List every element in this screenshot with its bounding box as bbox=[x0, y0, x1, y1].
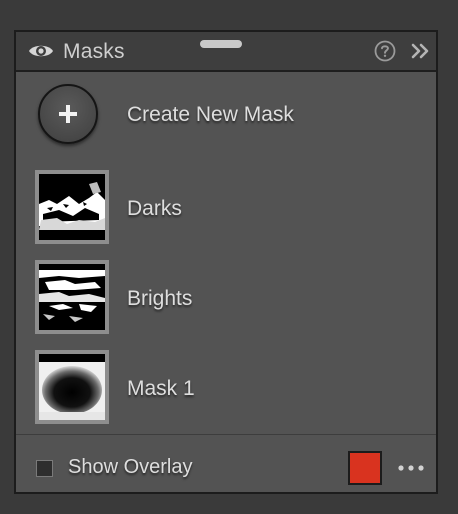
mask-label-brights[interactable]: Brights bbox=[127, 287, 192, 311]
show-overlay-label[interactable]: Show Overlay bbox=[68, 456, 193, 479]
double-chevron-right-icon[interactable] bbox=[410, 42, 430, 60]
eye-icon[interactable] bbox=[28, 42, 54, 60]
more-horizontal-icon[interactable] bbox=[396, 460, 426, 476]
mask-thumbnail-mask-1[interactable] bbox=[35, 350, 109, 424]
create-new-mask-label[interactable]: Create New Mask bbox=[127, 103, 294, 127]
mask-label-darks[interactable]: Darks bbox=[127, 197, 182, 221]
mask-label-mask-1[interactable]: Mask 1 bbox=[127, 377, 195, 401]
question-circle-icon[interactable] bbox=[374, 40, 396, 62]
plus-icon bbox=[59, 105, 77, 123]
masks-panel: Masks Create New Mask Darks Brights Mask… bbox=[14, 30, 438, 494]
panel-title: Masks bbox=[63, 40, 125, 63]
show-overlay-checkbox[interactable] bbox=[36, 460, 53, 477]
overlay-color-swatch[interactable] bbox=[348, 451, 382, 485]
create-new-mask-button[interactable] bbox=[38, 84, 98, 144]
drag-handle[interactable] bbox=[200, 40, 242, 48]
panel-header: Masks bbox=[16, 32, 436, 72]
mask-thumbnail-brights[interactable] bbox=[35, 260, 109, 334]
footer-divider bbox=[16, 434, 436, 435]
mask-thumbnail-darks[interactable] bbox=[35, 170, 109, 244]
